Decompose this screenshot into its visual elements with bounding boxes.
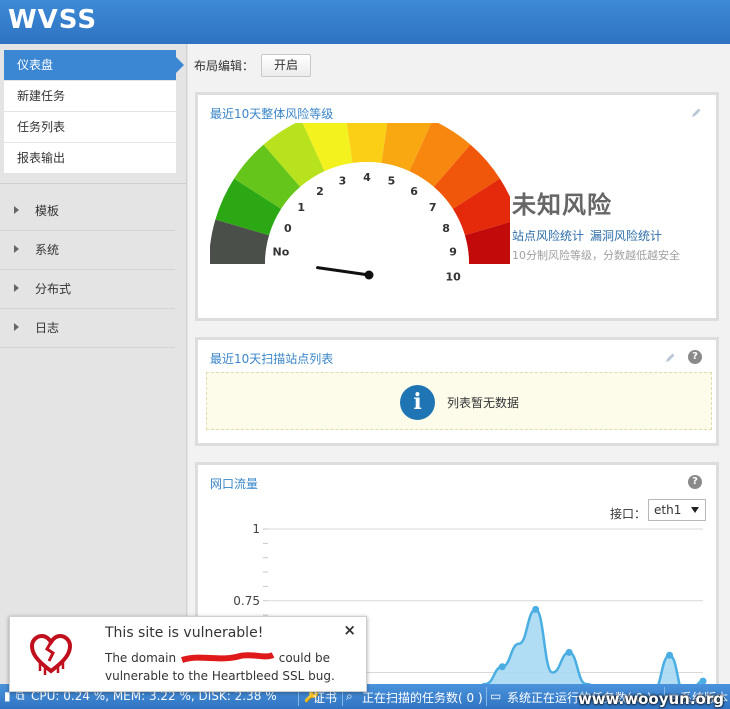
sidebar-group-label: 分布式 bbox=[35, 282, 72, 296]
gauge-tick-label: 8 bbox=[442, 222, 450, 235]
expand-arrow-icon bbox=[14, 245, 19, 253]
interface-label: 接口： bbox=[610, 507, 647, 521]
traffic-point bbox=[498, 663, 506, 671]
expand-arrow-icon bbox=[14, 206, 19, 214]
notification-title: This site is vulnerable! bbox=[105, 625, 264, 641]
expand-arrow-icon bbox=[14, 284, 19, 292]
redacted-domain bbox=[180, 652, 275, 664]
sites-panel: 最近10天扫描站点列表 ? i 列表暂无数据 bbox=[195, 337, 719, 446]
risk-gauge: No 012 3 4 5 678 9 10 bbox=[210, 123, 510, 283]
sidebar-group-label: 日志 bbox=[35, 321, 60, 335]
risk-panel-title: 最近10天整体风险等级 bbox=[210, 107, 334, 121]
interface-select-value: eth1 bbox=[654, 503, 682, 517]
notification-body: The domain could be vulnerable to the He… bbox=[105, 649, 355, 685]
pencil-icon[interactable] bbox=[664, 352, 676, 364]
sidebar-item-new-task[interactable]: 新建任务 bbox=[4, 81, 176, 112]
gauge-needle bbox=[316, 266, 371, 277]
site-risk-link[interactable]: 站点风险统计 bbox=[512, 227, 584, 244]
dropdown-arrow-icon bbox=[691, 507, 699, 513]
top-bar: WVSS bbox=[0, 0, 730, 44]
heartbleed-notification: This site is vulnerable! The domain coul… bbox=[9, 616, 367, 692]
chart-y-tick-label: 0.75 bbox=[233, 594, 260, 608]
sidebar-item-dashboard[interactable]: 仪表盘 bbox=[4, 50, 184, 81]
gauge-tick-label: 7 bbox=[429, 201, 437, 214]
help-icon[interactable]: ? bbox=[688, 475, 702, 489]
gauge-tick-label: 1 bbox=[297, 201, 305, 214]
traffic-panel-title: 网口流量 bbox=[210, 477, 259, 491]
scanning-tasks-text[interactable]: 正在扫描的任务数( 0 ) bbox=[362, 689, 483, 706]
gauge-tick-label: 5 bbox=[388, 175, 396, 188]
vuln-risk-link[interactable]: 漏洞风险统计 bbox=[590, 227, 662, 244]
gauge-tick-label: No bbox=[273, 246, 290, 259]
sidebar-group-label: 模板 bbox=[35, 204, 60, 218]
bleeding-heart-icon bbox=[29, 633, 73, 675]
gauge-tick-label: 3 bbox=[339, 175, 347, 188]
sidebar-group-system[interactable]: 系统 bbox=[0, 231, 175, 270]
expand-arrow-icon bbox=[14, 323, 19, 331]
layout-edit-label: 布局编辑： bbox=[194, 59, 255, 73]
gauge-tick-label: 2 bbox=[316, 185, 324, 198]
sites-panel-title: 最近10天扫描站点列表 bbox=[210, 352, 334, 366]
traffic-point bbox=[666, 651, 674, 659]
main-content: 布局编辑： 开启 最近10天整体风险等级 No 0 1 2 3 4 5 6 7 8 9 10 未知风险… bbox=[188, 44, 730, 692]
sidebar-group-template[interactable]: 模板 bbox=[0, 192, 175, 231]
gauge-tick-label: 10 bbox=[445, 270, 461, 283]
gauge-hub bbox=[364, 270, 374, 280]
sidebar-item-task-list[interactable]: 任务列表 bbox=[4, 112, 176, 143]
gauge-tick-label: 9 bbox=[449, 246, 457, 259]
risk-panel: 最近10天整体风险等级 No 0 1 2 3 4 5 6 7 8 9 10 未知风险 站点风险统计 漏… bbox=[195, 92, 719, 321]
traffic-point bbox=[565, 648, 573, 656]
empty-state-text: 列表暂无数据 bbox=[447, 396, 520, 410]
gauge-tick-label: 6 bbox=[410, 185, 418, 198]
sidebar-divider bbox=[0, 183, 187, 184]
empty-state-box: i 列表暂无数据 bbox=[206, 372, 712, 430]
risk-level-text: 未知风险 bbox=[512, 191, 612, 219]
gauge-tick-label: 0 bbox=[284, 222, 292, 235]
sidebar-group-log[interactable]: 日志 bbox=[0, 309, 175, 348]
close-icon[interactable]: × bbox=[343, 621, 356, 639]
help-icon[interactable]: ? bbox=[688, 350, 702, 364]
gauge-tick-label: 4 bbox=[363, 171, 371, 184]
sidebar-menu: 仪表盘 新建任务 任务列表 报表输出 bbox=[4, 50, 184, 174]
notification-body-pre: The domain bbox=[105, 651, 177, 665]
sidebar-group-label: 系统 bbox=[35, 243, 60, 257]
pencil-icon[interactable] bbox=[690, 107, 702, 119]
layout-enable-button[interactable]: 开启 bbox=[261, 54, 311, 77]
layout-edit-bar: 布局编辑： 开启 bbox=[194, 54, 311, 78]
watermark: www.wooyun.org bbox=[577, 690, 724, 708]
interface-select[interactable]: eth1 bbox=[648, 499, 706, 521]
risk-scale-note: 10分制风险等级，分数越低越安全 bbox=[512, 249, 680, 262]
app-logo: WVSS bbox=[8, 5, 98, 35]
traffic-point bbox=[532, 605, 540, 613]
info-icon: i bbox=[400, 385, 435, 420]
chart-y-tick-label: 1 bbox=[252, 522, 260, 536]
sidebar-group-distributed[interactable]: 分布式 bbox=[0, 270, 175, 309]
monitor-icon: ▭ bbox=[490, 689, 502, 703]
sidebar: 仪表盘 新建任务 任务列表 报表输出 模板 系统 分布式 日志 bbox=[0, 44, 187, 684]
sidebar-item-report-export[interactable]: 报表输出 bbox=[4, 143, 176, 174]
